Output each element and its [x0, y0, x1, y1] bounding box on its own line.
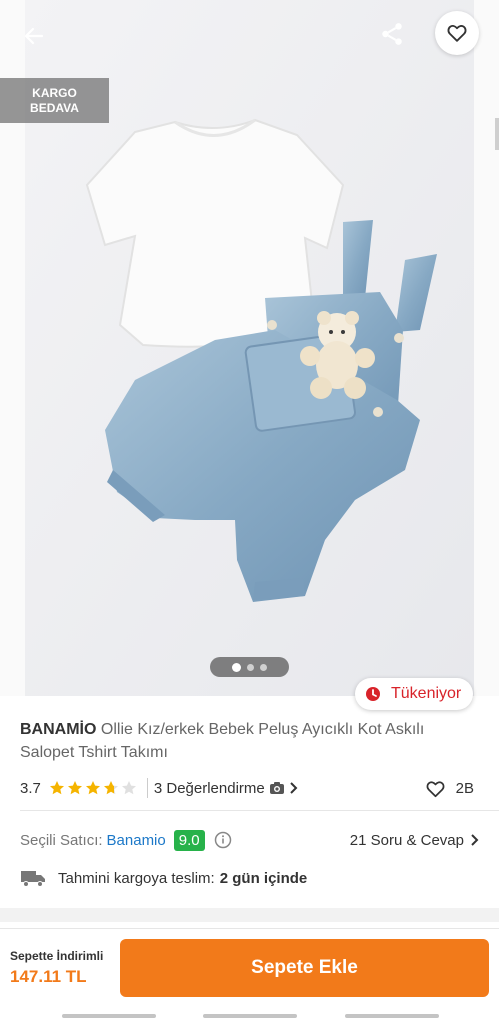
reviews-label: 3 Değerlendirme — [153, 779, 265, 797]
camera-icon — [269, 782, 284, 794]
heart-outline-icon — [447, 25, 467, 42]
clock-icon — [366, 687, 380, 701]
next-image-peek — [474, 0, 499, 696]
product-gallery[interactable]: KARGO BEDAVA — [0, 0, 499, 696]
system-navigation-bar — [0, 1008, 499, 1024]
pagination-dot-active[interactable] — [232, 662, 241, 672]
price-value: 147.11 TL — [10, 967, 87, 986]
add-to-cart-button[interactable]: Sepete Ekle — [120, 939, 489, 997]
low-stock-label: Tükeniyor — [391, 685, 462, 702]
reviews-link[interactable]: 3 Değerlendirme — [154, 780, 299, 797]
nav-handle-left[interactable] — [62, 1014, 156, 1018]
star-icon — [49, 781, 64, 795]
rating-value: 3.7 — [20, 779, 41, 797]
nav-handle-right[interactable] — [345, 1014, 439, 1018]
section-spacer — [0, 908, 499, 922]
star-icon — [67, 781, 82, 795]
rating-row: 3.7 3 Değerlendirme 2B — [20, 776, 480, 800]
seller-name-link[interactable]: Banamio — [107, 832, 166, 849]
star-icon — [85, 781, 100, 795]
favorite-button[interactable] — [435, 11, 479, 55]
nav-handle-center[interactable] — [203, 1014, 297, 1018]
star-rating — [49, 780, 137, 796]
shipping-estimate-row: Tahmini kargoya teslim: 2 gün içinde — [20, 866, 480, 890]
favorites-count[interactable]: 2B — [425, 779, 474, 798]
star-icon — [103, 781, 118, 795]
seller-row: Seçili Satıcı: Banamio 9.0 21 Soru & Cev… — [20, 828, 480, 852]
share-icon — [382, 23, 402, 45]
brand-name[interactable]: BANAMİO — [20, 721, 96, 738]
chevron-right-icon — [471, 834, 479, 846]
share-button[interactable] — [372, 14, 412, 54]
truck-icon — [21, 871, 45, 887]
price-box: Sepette İndirimli 147.11 TL — [10, 949, 103, 987]
discount-price-label: Sepette İndirimli — [10, 949, 104, 963]
free-shipping-badge: KARGO BEDAVA — [0, 78, 109, 123]
section-divider — [20, 810, 499, 811]
divider — [146, 778, 148, 798]
add-to-cart-bar: Sepette İndirimli 147.11 TL Sepete Ekle — [0, 928, 499, 1008]
product-title: BANAMİO Ollie Kız/erkek Bebek Peluş Ayıc… — [20, 718, 480, 764]
shipping-value: 2 gün içinde — [219, 869, 308, 887]
low-stock-badge: Tükeniyor — [355, 678, 474, 710]
back-button[interactable] — [14, 16, 54, 56]
badge-line-2: BEDAVA — [30, 101, 79, 115]
badge-line-1: KARGO — [32, 86, 77, 100]
info-icon — [214, 831, 231, 849]
pagination-dot[interactable] — [260, 663, 267, 671]
chevron-right-icon — [290, 782, 298, 794]
favorites-count-label: 2B — [455, 779, 474, 797]
image-pagination — [210, 657, 289, 677]
heart-outline-icon — [426, 780, 445, 797]
scroll-indicator — [495, 118, 499, 150]
questions-answers-link[interactable]: 21 Soru & Cevap — [350, 832, 480, 849]
shipping-label: Tahmini kargoya teslim: — [58, 869, 215, 887]
star-icon — [121, 781, 136, 795]
pagination-dot[interactable] — [247, 663, 254, 671]
arrow-left-icon — [24, 27, 44, 45]
seller-score-badge: 9.0 — [173, 829, 205, 851]
seller-label: Seçili Satıcı: — [20, 831, 103, 849]
info-button[interactable] — [214, 831, 232, 849]
qa-label: 21 Soru & Cevap — [349, 831, 464, 849]
